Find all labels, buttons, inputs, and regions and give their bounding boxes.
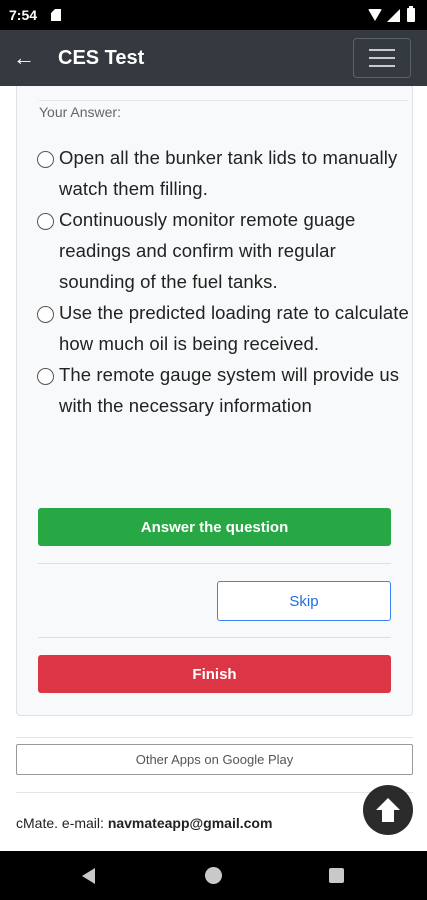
scroll-top-button[interactable] [363, 785, 413, 835]
wifi-icon [368, 9, 382, 21]
answer-button[interactable]: Answer the question [38, 508, 391, 546]
radio-button[interactable] [37, 306, 54, 323]
option-text: Open all the bunker tank lids to manuall… [59, 147, 398, 199]
menu-button[interactable] [353, 38, 411, 78]
your-answer-label: Your Answer: [39, 104, 121, 120]
question-card: Your Answer: Open all the bunker tank li… [16, 86, 413, 716]
battery-icon [407, 6, 415, 22]
app-bar: ← CES Test [0, 30, 427, 86]
skip-button[interactable]: Skip [217, 581, 391, 621]
divider [38, 637, 391, 638]
other-apps-button[interactable]: Other Apps on Google Play [16, 744, 413, 775]
page-title: CES Test [58, 47, 145, 69]
answer-option[interactable]: Use the predicted loading rate to calcul… [37, 297, 412, 359]
radio-button[interactable] [37, 151, 54, 168]
divider [16, 792, 413, 793]
footer-prefix: cMate. e-mail: [16, 815, 108, 831]
arrow-up-circle-icon [376, 798, 400, 822]
answer-option[interactable]: Open all the bunker tank lids to manuall… [37, 142, 412, 204]
status-bar: 7:54 [0, 0, 427, 30]
answer-option[interactable]: The remote gauge system will provide us … [37, 359, 412, 421]
arrow-left-icon: ← [13, 45, 35, 70]
divider [16, 737, 413, 738]
hamburger-menu-icon [369, 49, 395, 51]
system-nav-bar [0, 851, 427, 900]
nav-recents-icon[interactable] [329, 868, 344, 883]
finish-button[interactable]: Finish [38, 655, 391, 693]
signal-icon [387, 8, 400, 22]
footer-contact: cMate. e-mail: navmateapp@gmail.com [16, 815, 272, 831]
status-icons [368, 6, 415, 24]
nav-home-icon[interactable] [205, 867, 222, 884]
footer-email[interactable]: navmateapp@gmail.com [108, 815, 273, 831]
radio-button[interactable] [37, 213, 54, 230]
card-divider [39, 100, 408, 101]
sd-card-icon [51, 9, 61, 21]
option-text: Use the predicted loading rate to calcul… [59, 302, 409, 354]
status-time: 7:54 [9, 7, 38, 23]
nav-back-icon[interactable] [82, 868, 95, 884]
radio-button[interactable] [37, 368, 54, 385]
back-button[interactable]: ← [10, 44, 38, 72]
answer-option[interactable]: Continuously monitor remote guage readin… [37, 204, 412, 297]
divider [38, 563, 391, 564]
option-text: Continuously monitor remote guage readin… [59, 209, 356, 292]
option-text: The remote gauge system will provide us … [59, 364, 400, 416]
answer-options: Open all the bunker tank lids to manuall… [37, 142, 412, 421]
